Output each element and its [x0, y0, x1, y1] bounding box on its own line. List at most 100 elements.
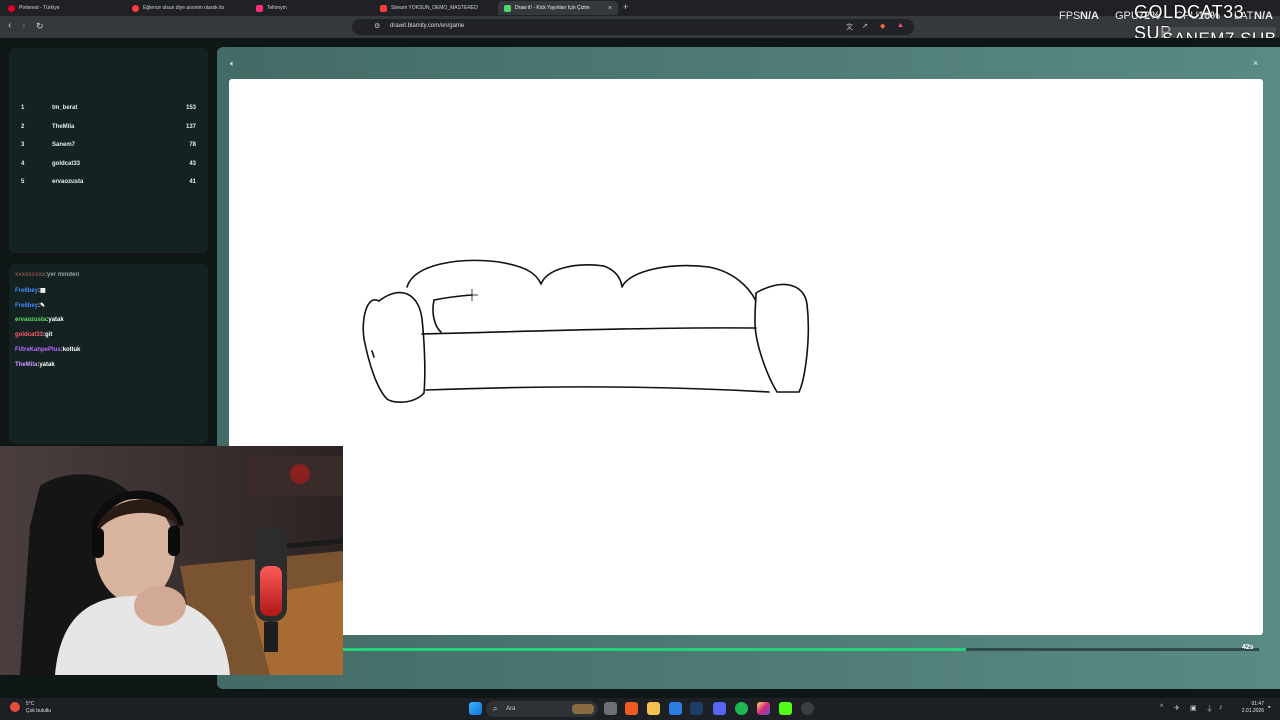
app-icon[interactable] [669, 702, 682, 715]
search-icon: ⌕ [493, 704, 498, 713]
spotify-icon[interactable] [735, 702, 748, 715]
crosshair-cursor-icon [466, 289, 478, 301]
tab-drawit[interactable]: Draw it! - Kick Yayınları İçin Çizim × [498, 1, 618, 15]
new-tab-button[interactable]: + [623, 2, 628, 12]
taskbar-search[interactable]: ⌕ Ara [486, 701, 598, 717]
search-placeholder: Ara [506, 706, 516, 712]
player-name: tm_berat [52, 105, 78, 111]
pinterest-icon [8, 4, 15, 12]
back-icon[interactable]: ‹ [8, 20, 11, 32]
weather-temp: 5°C [26, 701, 35, 707]
weather-icon[interactable] [10, 702, 20, 712]
chat-text: koltuk [62, 347, 81, 353]
tab-pinterest[interactable]: Pinterest - Türkiye [2, 1, 124, 15]
player-name: ervaozusta [52, 179, 84, 185]
tab-label: Stream YOKSUN_DEMO_MASTERED [391, 5, 478, 11]
tab-stream[interactable]: Stream YOKSUN_DEMO_MASTERED [374, 1, 496, 15]
chat-text: yatak [48, 317, 64, 323]
leaderboard-row: 4 goldcat33 43 [9, 158, 208, 172]
brave-browser-icon[interactable] [625, 702, 638, 715]
windows-start-icon[interactable] [469, 702, 482, 715]
drawing-canvas[interactable] [229, 79, 1263, 635]
steam-icon[interactable] [690, 702, 703, 715]
sofa-left-arm [362, 291, 426, 403]
chat-panel: xxxxxxxxx:yer minderi Fre6bey:▩ Fre6bey:… [9, 264, 208, 444]
taskbar-clock[interactable]: 01:47 2.01.2026 [1232, 701, 1264, 715]
score: 43 [189, 161, 196, 167]
reload-icon[interactable]: ↻ [36, 20, 44, 32]
youtube-icon [380, 4, 387, 12]
search-highlight-icon [572, 704, 594, 714]
url-text: drawit.blamity.com/en/game [390, 23, 465, 29]
leaderboard-row: 1 tm_berat 153 [9, 102, 208, 116]
windows-taskbar: 5°C Çok bulutlu ⌕ Ara ^ ✈ ▣ ⏚ ♪ 01:47 2.… [0, 698, 1280, 720]
chat-user: Fre6bey [15, 303, 39, 309]
rank: 4 [21, 161, 25, 167]
network-off-icon[interactable]: ✈ [1174, 704, 1180, 712]
chat-user: FiltreKahpePlus [15, 347, 61, 353]
timer-progress-bar [343, 648, 1259, 651]
weather-desc: Çok bulutlu [26, 708, 52, 714]
pillow-top-stroke [433, 294, 473, 301]
close-tab-icon[interactable]: × [608, 5, 612, 12]
chat-user: TheMila [15, 362, 38, 368]
clock-time: 01:47 [1251, 701, 1264, 707]
chat-message: Fre6bey:✎ [15, 302, 45, 309]
obs-icon[interactable] [801, 702, 814, 715]
notification-icon[interactable]: ▪ [1268, 704, 1270, 711]
task-view-icon[interactable] [604, 702, 617, 715]
chat-message: Fre6bey:▩ [15, 287, 46, 294]
chat-user: goldcat33 [15, 332, 44, 338]
address-bar[interactable]: ⚙ drawit.blamity.com/en/game 文 ↗ ◆ ▲ [352, 19, 914, 35]
chat-message: ervaozusta:yatak [15, 317, 64, 323]
player-name: Sanem7 [52, 142, 76, 148]
sofa-right-arm [754, 283, 810, 393]
file-explorer-icon[interactable] [647, 702, 660, 715]
rank: 1 [21, 105, 25, 111]
score: 137 [185, 124, 196, 130]
tab-label: Draw it! - Kick Yayınları İçin Çizim [515, 5, 590, 11]
tray-chevron-icon[interactable]: ^ [1160, 704, 1163, 711]
chat-text: :▩ [38, 288, 46, 294]
close-icon[interactable]: × [1253, 58, 1258, 68]
leaderboard-row: 3 Sanem7 78 [9, 139, 208, 153]
microphone-icon[interactable]: ⏚ [1206, 704, 1213, 714]
site-info-icon[interactable]: ⚙ [374, 22, 380, 30]
leaderboard-row: 2 TheMila 137 [9, 121, 208, 135]
rank: 2 [21, 124, 25, 130]
share-icon[interactable]: ↗ [862, 22, 868, 30]
game-area: 🔈︎ × 42s [217, 47, 1280, 689]
chat-text: :✎ [38, 303, 46, 309]
chat-user: Fre6bey [15, 288, 39, 294]
tab-tellonym[interactable]: Tellonym [250, 1, 372, 15]
kick-app-icon[interactable] [779, 702, 792, 715]
chat-message: FiltreKahpePlus:koltuk [15, 347, 81, 353]
chat-user: xxxxxxxxx [15, 272, 46, 278]
webcam-overlay [0, 446, 343, 675]
rank: 5 [21, 179, 25, 185]
forward-icon[interactable]: › [22, 20, 25, 32]
brave-shield-icon[interactable]: ◆ [880, 22, 885, 30]
tab-anonim[interactable]: Eğlence olsun diye anonim olarak its [126, 1, 248, 15]
tray-app-icon[interactable]: ▣ [1190, 704, 1197, 712]
instagram-icon[interactable] [757, 702, 770, 715]
brave-rewards-icon[interactable]: ▲ [897, 22, 904, 29]
score: 153 [185, 105, 196, 111]
score: 78 [189, 142, 196, 148]
chat-text: yatak [39, 362, 55, 368]
speaker-muted-icon[interactable]: 🔈︎ [230, 59, 235, 69]
sofa-drawing [362, 259, 810, 403]
player-name: goldcat33 [52, 161, 81, 167]
timer-text: 42s [1242, 644, 1254, 651]
chat-text: git [45, 332, 53, 338]
webcam-feed [0, 446, 343, 675]
clock-date: 2.01.2026 [1241, 708, 1264, 714]
score: 41 [189, 179, 196, 185]
weather-widget[interactable]: 5°C Çok bulutlu [26, 701, 51, 715]
tellonym-icon [256, 4, 263, 12]
volume-icon[interactable]: ♪ [1219, 704, 1223, 711]
discord-icon[interactable] [713, 702, 726, 715]
pillow-stroke [432, 299, 442, 333]
translate-icon[interactable]: 文 [846, 22, 853, 32]
timer-progress-fill [343, 648, 966, 651]
